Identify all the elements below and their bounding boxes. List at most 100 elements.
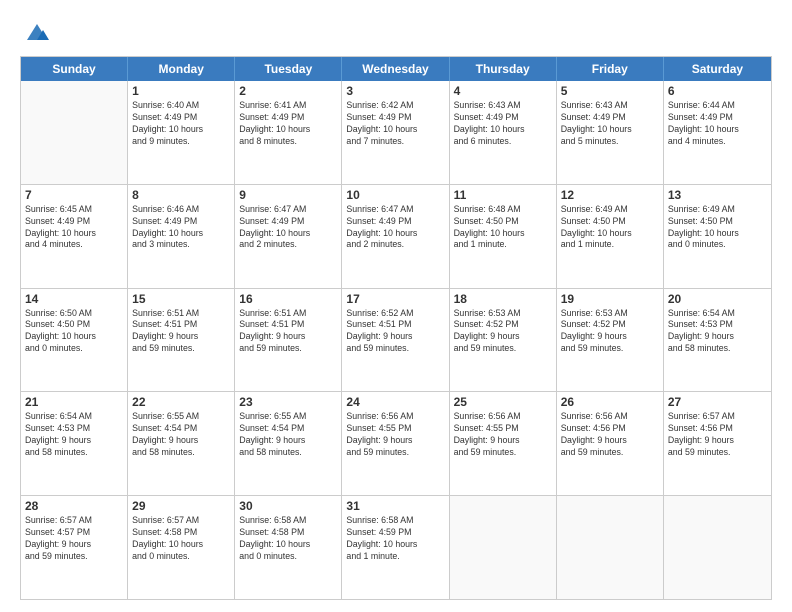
cell-info: Sunrise: 6:58 AM Sunset: 4:58 PM Dayligh… xyxy=(239,515,337,563)
cell-info: Sunrise: 6:55 AM Sunset: 4:54 PM Dayligh… xyxy=(239,411,337,459)
weekday-header: Thursday xyxy=(450,57,557,81)
cell-info: Sunrise: 6:48 AM Sunset: 4:50 PM Dayligh… xyxy=(454,204,552,252)
day-number: 20 xyxy=(668,292,767,306)
calendar-cell: 27Sunrise: 6:57 AM Sunset: 4:56 PM Dayli… xyxy=(664,392,771,495)
calendar-cell: 12 Sunrise: 6:49 AM Sunset: 4:50 PM Dayli… xyxy=(557,185,664,288)
cell-info: Sunrise: 6:41 AM Sunset: 4:49 PM Dayligh… xyxy=(239,100,337,148)
header xyxy=(20,18,772,46)
calendar-cell: 5 Sunrise: 6:43 AM Sunset: 4:49 PM Daylig… xyxy=(557,81,664,184)
cell-info: Sunrise: 6:52 AM Sunset: 4:51 PM Dayligh… xyxy=(346,308,444,356)
day-number: 31 xyxy=(346,499,444,513)
cell-info: Sunrise: 6:53 AM Sunset: 4:52 PM Dayligh… xyxy=(561,308,659,356)
calendar-cell: 8 Sunrise: 6:46 AM Sunset: 4:49 PM Daylig… xyxy=(128,185,235,288)
cell-info: Sunrise: 6:54 AM Sunset: 4:53 PM Dayligh… xyxy=(25,411,123,459)
weekday-header: Saturday xyxy=(664,57,771,81)
calendar-cell: 4 Sunrise: 6:43 AM Sunset: 4:49 PM Daylig… xyxy=(450,81,557,184)
calendar-cell xyxy=(664,496,771,599)
cell-info: Sunrise: 6:45 AM Sunset: 4:49 PM Dayligh… xyxy=(25,204,123,252)
calendar-cell: 25 Sunrise: 6:56 AM Sunset: 4:55 PM Dayli… xyxy=(450,392,557,495)
cell-info: Sunrise: 6:51 AM Sunset: 4:51 PM Dayligh… xyxy=(132,308,230,356)
day-number: 17 xyxy=(346,292,444,306)
day-number: 22 xyxy=(132,395,230,409)
weekday-header: Wednesday xyxy=(342,57,449,81)
cell-info: Sunrise: 6:57 AM Sunset: 4:57 PM Dayligh… xyxy=(25,515,123,563)
day-number: 12 xyxy=(561,188,659,202)
calendar-cell: 19 Sunrise: 6:53 AM Sunset: 4:52 PM Dayli… xyxy=(557,289,664,392)
calendar-cell: 30 Sunrise: 6:58 AM Sunset: 4:58 PM Dayli… xyxy=(235,496,342,599)
weekday-header: Sunday xyxy=(21,57,128,81)
calendar: SundayMondayTuesdayWednesdayThursdayFrid… xyxy=(20,56,772,600)
weekday-header: Tuesday xyxy=(235,57,342,81)
calendar-cell: 26 Sunrise: 6:56 AM Sunset: 4:56 PM Dayli… xyxy=(557,392,664,495)
calendar-cell: 29 Sunrise: 6:57 AM Sunset: 4:58 PM Dayli… xyxy=(128,496,235,599)
cell-info: Sunrise: 6:46 AM Sunset: 4:49 PM Dayligh… xyxy=(132,204,230,252)
calendar-cell: 7Sunrise: 6:45 AM Sunset: 4:49 PM Daylig… xyxy=(21,185,128,288)
calendar-cell: 18 Sunrise: 6:53 AM Sunset: 4:52 PM Dayli… xyxy=(450,289,557,392)
day-number: 29 xyxy=(132,499,230,513)
calendar-cell: 31 Sunrise: 6:58 AM Sunset: 4:59 PM Dayli… xyxy=(342,496,449,599)
cell-info: Sunrise: 6:47 AM Sunset: 4:49 PM Dayligh… xyxy=(239,204,337,252)
cell-info: Sunrise: 6:47 AM Sunset: 4:49 PM Dayligh… xyxy=(346,204,444,252)
calendar-row: 14 Sunrise: 6:50 AM Sunset: 4:50 PM Dayli… xyxy=(21,289,771,393)
calendar-row: 28Sunrise: 6:57 AM Sunset: 4:57 PM Dayli… xyxy=(21,496,771,599)
day-number: 1 xyxy=(132,84,230,98)
day-number: 15 xyxy=(132,292,230,306)
calendar-cell xyxy=(557,496,664,599)
day-number: 8 xyxy=(132,188,230,202)
page: SundayMondayTuesdayWednesdayThursdayFrid… xyxy=(0,0,792,612)
day-number: 16 xyxy=(239,292,337,306)
calendar-cell: 13 Sunrise: 6:49 AM Sunset: 4:50 PM Dayli… xyxy=(664,185,771,288)
day-number: 4 xyxy=(454,84,552,98)
day-number: 27 xyxy=(668,395,767,409)
cell-info: Sunrise: 6:53 AM Sunset: 4:52 PM Dayligh… xyxy=(454,308,552,356)
cell-info: Sunrise: 6:57 AM Sunset: 4:58 PM Dayligh… xyxy=(132,515,230,563)
cell-info: Sunrise: 6:43 AM Sunset: 4:49 PM Dayligh… xyxy=(454,100,552,148)
cell-info: Sunrise: 6:51 AM Sunset: 4:51 PM Dayligh… xyxy=(239,308,337,356)
calendar-cell: 14 Sunrise: 6:50 AM Sunset: 4:50 PM Dayli… xyxy=(21,289,128,392)
cell-info: Sunrise: 6:43 AM Sunset: 4:49 PM Dayligh… xyxy=(561,100,659,148)
day-number: 5 xyxy=(561,84,659,98)
day-number: 30 xyxy=(239,499,337,513)
day-number: 19 xyxy=(561,292,659,306)
calendar-cell: 6 Sunrise: 6:44 AM Sunset: 4:49 PM Daylig… xyxy=(664,81,771,184)
day-number: 6 xyxy=(668,84,767,98)
calendar-cell: 21 Sunrise: 6:54 AM Sunset: 4:53 PM Dayli… xyxy=(21,392,128,495)
calendar-row: 1Sunrise: 6:40 AM Sunset: 4:49 PM Daylig… xyxy=(21,81,771,185)
day-number: 13 xyxy=(668,188,767,202)
calendar-cell: 20 Sunrise: 6:54 AM Sunset: 4:53 PM Dayli… xyxy=(664,289,771,392)
calendar-cell: 10Sunrise: 6:47 AM Sunset: 4:49 PM Dayli… xyxy=(342,185,449,288)
cell-info: Sunrise: 6:56 AM Sunset: 4:56 PM Dayligh… xyxy=(561,411,659,459)
cell-info: Sunrise: 6:56 AM Sunset: 4:55 PM Dayligh… xyxy=(346,411,444,459)
day-number: 25 xyxy=(454,395,552,409)
cell-info: Sunrise: 6:56 AM Sunset: 4:55 PM Dayligh… xyxy=(454,411,552,459)
calendar-row: 21 Sunrise: 6:54 AM Sunset: 4:53 PM Dayli… xyxy=(21,392,771,496)
day-number: 26 xyxy=(561,395,659,409)
cell-info: Sunrise: 6:55 AM Sunset: 4:54 PM Dayligh… xyxy=(132,411,230,459)
cell-info: Sunrise: 6:49 AM Sunset: 4:50 PM Dayligh… xyxy=(561,204,659,252)
calendar-cell: 3 Sunrise: 6:42 AM Sunset: 4:49 PM Daylig… xyxy=(342,81,449,184)
cell-info: Sunrise: 6:58 AM Sunset: 4:59 PM Dayligh… xyxy=(346,515,444,563)
cell-info: Sunrise: 6:49 AM Sunset: 4:50 PM Dayligh… xyxy=(668,204,767,252)
day-number: 18 xyxy=(454,292,552,306)
cell-info: Sunrise: 6:44 AM Sunset: 4:49 PM Dayligh… xyxy=(668,100,767,148)
cell-info: Sunrise: 6:50 AM Sunset: 4:50 PM Dayligh… xyxy=(25,308,123,356)
cell-info: Sunrise: 6:54 AM Sunset: 4:53 PM Dayligh… xyxy=(668,308,767,356)
calendar-cell xyxy=(450,496,557,599)
calendar-cell: 16 Sunrise: 6:51 AM Sunset: 4:51 PM Dayli… xyxy=(235,289,342,392)
day-number: 14 xyxy=(25,292,123,306)
calendar-cell: 24Sunrise: 6:56 AM Sunset: 4:55 PM Dayli… xyxy=(342,392,449,495)
day-number: 21 xyxy=(25,395,123,409)
weekday-header: Monday xyxy=(128,57,235,81)
day-number: 3 xyxy=(346,84,444,98)
cell-info: Sunrise: 6:42 AM Sunset: 4:49 PM Dayligh… xyxy=(346,100,444,148)
calendar-cell: 11 Sunrise: 6:48 AM Sunset: 4:50 PM Dayli… xyxy=(450,185,557,288)
calendar-cell: 2 Sunrise: 6:41 AM Sunset: 4:49 PM Daylig… xyxy=(235,81,342,184)
calendar-cell: 15 Sunrise: 6:51 AM Sunset: 4:51 PM Dayli… xyxy=(128,289,235,392)
calendar-cell: 1Sunrise: 6:40 AM Sunset: 4:49 PM Daylig… xyxy=(128,81,235,184)
logo xyxy=(20,18,51,46)
calendar-cell: 17 Sunrise: 6:52 AM Sunset: 4:51 PM Dayli… xyxy=(342,289,449,392)
day-number: 2 xyxy=(239,84,337,98)
day-number: 9 xyxy=(239,188,337,202)
day-number: 11 xyxy=(454,188,552,202)
logo-icon xyxy=(23,18,51,46)
